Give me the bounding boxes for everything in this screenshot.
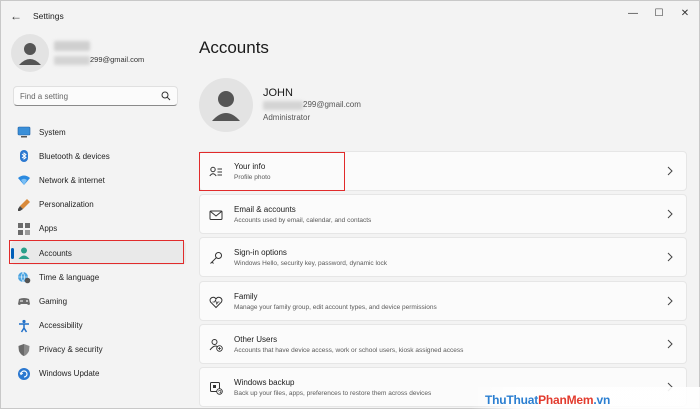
page-title: Accounts [199,38,269,57]
bluetooth-icon [20,150,28,163]
search-input[interactable]: Find a setting [13,86,178,106]
card-other-users[interactable]: Other Users Accounts that have device ac… [199,323,687,364]
chevron-right-icon [667,253,673,262]
sidebar-item-privacy[interactable]: Privacy & security [11,338,186,362]
maximize-icon[interactable]: ☐ [651,6,667,22]
sidebar-item-network[interactable]: Network & internet [11,168,186,192]
card-subtitle: Accounts used by email, calendar, and co… [234,217,372,225]
user-avatar[interactable] [11,34,49,72]
card-subtitle: Accounts that have device access, work o… [234,346,464,354]
key-icon [210,252,222,265]
user-email-redacted [54,56,90,65]
sidebar-item-label: Network & internet [39,175,105,185]
sidebar-item-bluetooth[interactable]: Bluetooth & devices [11,144,186,168]
sidebar-item-apps[interactable]: Apps [11,217,186,241]
highlight-box-your-info [199,152,345,191]
account-role: Administrator [263,113,311,122]
user-email: 299@gmail.com [90,55,145,64]
card-subtitle: Windows Hello, security key, password, d… [234,260,388,268]
sidebar-item-label: Privacy & security [39,345,103,355]
wifi-icon [18,175,30,186]
sidebar-item-label: Gaming [39,296,68,306]
update-icon [18,367,30,380]
gamepad-icon [18,298,30,306]
account-avatar[interactable] [199,78,253,132]
user-name-redacted [54,41,90,51]
sidebar-item-label: Windows Update [39,369,100,379]
search-placeholder: Find a setting [20,92,69,101]
minimize-icon[interactable]: — [625,6,641,22]
card-title: Family [234,291,258,301]
chevron-right-icon [667,166,673,176]
account-email: 299@gmail.com [303,100,361,109]
account-name: JOHN [263,87,293,99]
sidebar-item-label: Personalization [39,200,94,210]
title-bar: ← Settings — ☐ ✕ [1,1,700,31]
apps-icon [18,222,30,235]
sidebar-item-personalization[interactable]: Personalization [11,193,186,217]
person-icon [19,43,41,65]
chevron-right-icon [667,339,673,349]
sidebar-item-label: Apps [39,224,58,234]
account-email-redacted [263,101,303,110]
sidebar-item-gaming[interactable]: Gaming [11,289,186,313]
watermark-part: PhanMem [538,393,594,407]
heart-icon [209,296,223,308]
backup-icon [210,381,223,395]
sidebar-item-label: Bluetooth & devices [39,151,110,161]
system-icon [17,126,31,138]
mail-icon [209,210,223,221]
sidebar-item-windows-update[interactable]: Windows Update [11,362,186,386]
card-title: Sign-in options [234,248,287,258]
chevron-right-icon [667,296,673,305]
sidebar-item-system[interactable]: System [11,120,186,144]
card-subtitle: Manage your family group, edit account t… [234,303,437,311]
watermark-part: ThuThuat [485,393,539,407]
sidebar-item-label: Accessibility [39,321,83,331]
back-arrow-icon[interactable]: ← [9,9,23,23]
close-icon[interactable]: ✕ [677,6,693,22]
person-icon [212,91,240,121]
card-email-accounts[interactable]: Email & accounts Accounts used by email,… [199,194,687,235]
sidebar-item-label: Time & language [39,272,100,282]
card-title: Windows backup [234,377,295,387]
card-sign-in-options[interactable]: Sign-in options Windows Hello, security … [199,237,687,278]
watermark-logo: ThuThuatPhanMem.vn [485,393,610,407]
window-title: Settings [33,11,64,21]
card-subtitle: Back up your files, apps, preferences to… [234,389,432,397]
sidebar-item-label: System [39,127,66,137]
card-title: Other Users [234,334,278,344]
shield-icon [18,343,30,356]
chevron-right-icon [667,209,673,219]
globe-clock-icon [18,272,31,284]
sidebar-item-accessibility[interactable]: Accessibility [11,314,186,338]
sidebar-item-time-language[interactable]: Time & language [11,265,186,289]
person-add-icon [209,338,223,352]
settings-window: ← Settings — ☐ ✕ 299@gmail.com Find a se… [0,0,700,409]
watermark-part: .vn [593,393,611,407]
search-icon[interactable] [161,91,171,101]
accessibility-icon [19,319,29,332]
highlight-box-accounts [9,240,184,264]
card-family[interactable]: Family Manage your family group, edit ac… [199,280,687,321]
brush-icon [18,198,30,211]
card-title: Email & accounts [234,205,296,215]
